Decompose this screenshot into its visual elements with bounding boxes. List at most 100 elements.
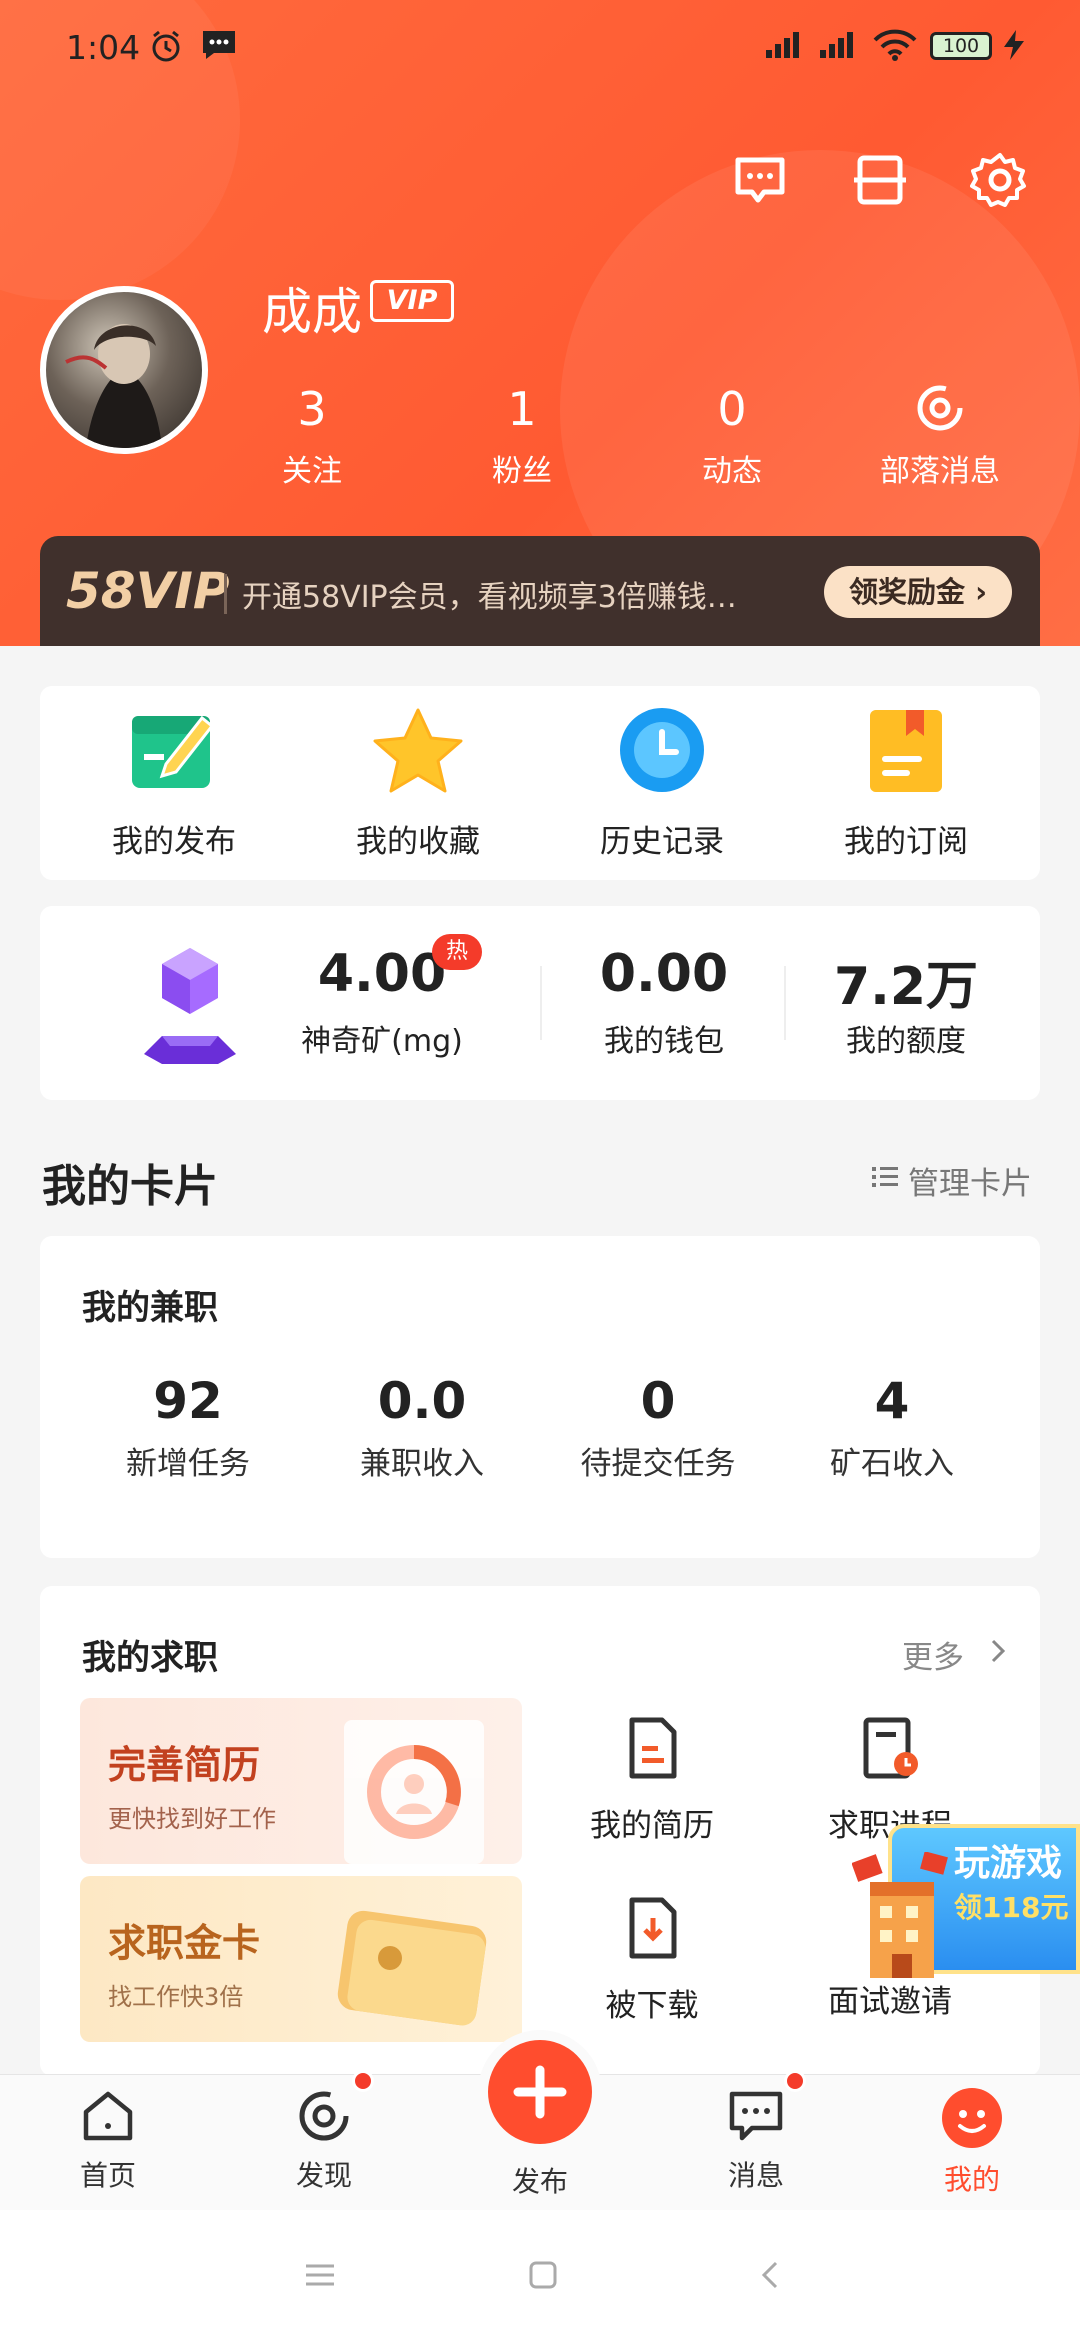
tab-profile[interactable]: 我的 <box>892 2086 1052 2198</box>
star-icon <box>298 704 538 800</box>
building-icon <box>851 1851 952 1986</box>
stat-tribe-label: 部落消息 <box>880 454 1000 489</box>
tab-home[interactable]: 首页 <box>28 2086 188 2194</box>
profile-icon <box>892 2086 1052 2154</box>
manage-cards-button[interactable]: 管理卡片 <box>908 1158 1032 1203</box>
download-doc-icon <box>532 1896 772 1964</box>
tab-discover-label: 发现 <box>295 2159 352 2192</box>
wifi-icon <box>872 28 918 69</box>
avatar[interactable] <box>40 286 208 454</box>
discover-notification-dot <box>352 2070 374 2092</box>
stat-followers[interactable]: 1 粉丝 <box>432 382 612 490</box>
parttime-income[interactable]: 0.0 兼职收入 <box>302 1372 542 1483</box>
tab-profile-label: 我的 <box>943 2163 1000 2196</box>
game-banner-sub: 领118元 <box>954 1891 1069 1924</box>
discover-icon <box>244 2086 404 2150</box>
clock-icon <box>542 704 782 800</box>
publish-icon <box>54 704 294 800</box>
wallet-label[interactable]: 我的钱包 <box>574 1016 754 1060</box>
message-icon <box>676 2086 836 2150</box>
divider <box>540 966 542 1040</box>
complete-resume-card[interactable]: 完善简历 更快找到好工作 <box>80 1698 522 1864</box>
tab-discover[interactable]: 发现 <box>244 2086 404 2194</box>
tab-publish[interactable]: 发布 <box>460 2160 620 2200</box>
my-favorites-label: 我的收藏 <box>356 824 480 860</box>
plus-icon <box>513 2065 567 2119</box>
list-icon <box>870 1162 900 1196</box>
stat-followers-value: 1 <box>507 382 537 436</box>
hot-badge: 热 <box>432 934 482 970</box>
chevron-right-icon <box>988 1636 1008 1670</box>
stat-posts-label: 动态 <box>702 454 762 489</box>
back-nav-icon[interactable] <box>756 2258 786 2296</box>
claim-reward-button[interactable]: 领奖励金 › <box>824 566 1012 618</box>
vip-logo: 58VIP <box>66 562 230 620</box>
parttime-pending[interactable]: 0 待提交任务 <box>538 1372 778 1483</box>
customer-service-icon[interactable] <box>730 150 790 210</box>
game-banner-title: 玩游戏 <box>954 1843 1063 1884</box>
stat-posts-value: 0 <box>717 382 747 436</box>
parttime-new-tasks-value: 92 <box>153 1372 223 1430</box>
parttime-income-label: 兼职收入 <box>360 1446 484 1482</box>
my-subscriptions-button[interactable]: 我的订阅 <box>786 704 1026 861</box>
downloaded-label: 被下载 <box>605 1988 699 2024</box>
job-gold-card[interactable]: 求职金卡 找工作快3倍 <box>80 1876 522 2042</box>
battery-icon: 100 <box>930 32 992 60</box>
vip-badge: VIP <box>370 280 454 322</box>
parttime-new-tasks-label: 新增任务 <box>126 1446 250 1482</box>
downloaded-button[interactable]: 被下载 <box>532 1896 772 2025</box>
history-button[interactable]: 历史记录 <box>542 704 782 861</box>
my-posts-button[interactable]: 我的发布 <box>54 704 294 861</box>
my-favorites-button[interactable]: 我的收藏 <box>298 704 538 861</box>
parttime-ore-label: 矿石收入 <box>830 1446 954 1482</box>
tab-home-label: 首页 <box>79 2159 136 2192</box>
parttime-pending-value: 0 <box>640 1372 676 1430</box>
tab-messages[interactable]: 消息 <box>676 2086 836 2194</box>
wallet-value[interactable]: 0.00 <box>574 944 754 1004</box>
messages-notification-dot <box>784 2070 806 2092</box>
parttime-income-value: 0.0 <box>377 1372 467 1430</box>
complete-resume-title: 完善简历 <box>108 1743 261 1787</box>
my-resume-label: 我的简历 <box>590 1808 714 1844</box>
game-reward-banner[interactable]: 玩游戏 领118元 <box>848 1814 1080 1984</box>
divider <box>224 574 227 614</box>
alarm-icon <box>148 28 184 71</box>
subscribe-icon <box>786 704 1026 800</box>
my-resume-button[interactable]: 我的简历 <box>532 1716 772 1845</box>
signal-icon <box>764 28 808 67</box>
battery-level: 100 <box>930 32 992 60</box>
job-gold-card-sub: 找工作快3倍 <box>108 1983 244 2011</box>
settings-gear-icon[interactable] <box>970 150 1030 210</box>
parttime-new-tasks[interactable]: 92 新增任务 <box>68 1372 308 1483</box>
charging-icon <box>1000 28 1030 69</box>
stat-following[interactable]: 3 关注 <box>222 382 402 490</box>
resume-illustration <box>344 1720 484 1864</box>
stat-tribe-messages[interactable]: 部落消息 <box>850 382 1030 490</box>
vip-promo-text: 开通58VIP会员，看视频享3倍赚钱… <box>242 580 737 615</box>
menu-nav-icon[interactable] <box>300 2260 340 2294</box>
quota-value[interactable]: 7.2万 <box>816 944 996 1019</box>
complete-resume-sub: 更快找到好工作 <box>108 1805 276 1833</box>
mineral-label[interactable]: 神奇矿(mg) <box>282 1016 482 1060</box>
username: 成成 <box>262 283 362 341</box>
progress-doc-icon <box>770 1716 1010 1784</box>
tab-publish-label: 发布 <box>511 2165 568 2198</box>
message-notify-icon <box>200 28 238 69</box>
job-title: 我的求职 <box>82 1638 218 1678</box>
parttime-pending-label: 待提交任务 <box>580 1446 736 1482</box>
publish-fab[interactable] <box>488 2040 592 2144</box>
home-nav-icon[interactable] <box>526 2258 560 2296</box>
stat-followers-label: 粉丝 <box>492 454 552 489</box>
stat-following-label: 关注 <box>282 454 342 489</box>
divider <box>784 966 786 1040</box>
crystal-icon <box>140 944 240 1074</box>
status-time: 1:04 <box>66 28 141 67</box>
signal-icon <box>818 28 862 67</box>
stat-following-value: 3 <box>297 382 327 436</box>
quota-label[interactable]: 我的额度 <box>816 1016 996 1060</box>
tribe-icon <box>850 382 1030 440</box>
parttime-ore-income[interactable]: 4 矿石收入 <box>772 1372 1012 1483</box>
stat-posts[interactable]: 0 动态 <box>642 382 822 490</box>
scan-icon[interactable] <box>850 150 910 210</box>
job-more-button[interactable]: 更多 <box>902 1632 964 1677</box>
